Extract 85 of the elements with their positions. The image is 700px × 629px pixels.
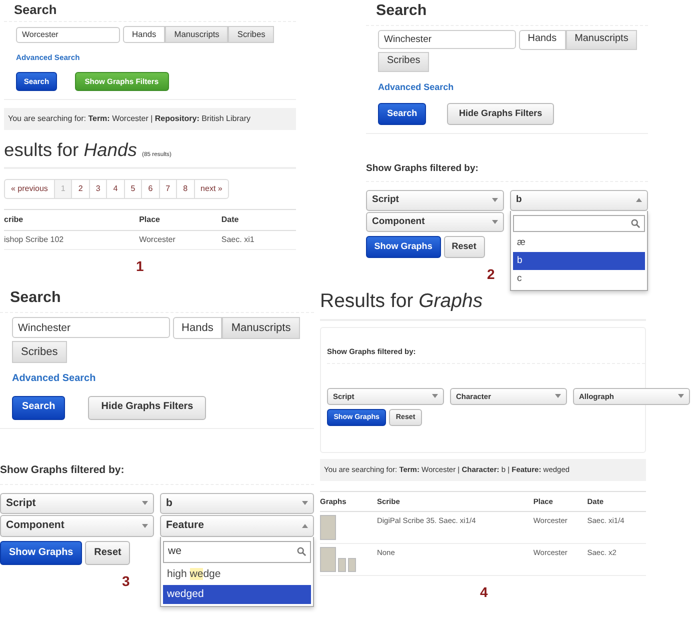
type-tab[interactable]: Scribes [228, 26, 274, 43]
caret-icon [142, 501, 148, 506]
caret-icon [432, 394, 438, 398]
graphs-filters-button[interactable]: Hide Graphs Filters [447, 103, 554, 126]
page-link[interactable]: 2 [72, 180, 90, 198]
select-label: Script [372, 193, 399, 208]
photo-placeholder[interactable] [348, 558, 356, 572]
page-link[interactable]: 6 [142, 180, 160, 198]
filters-title: Show Graphs filtered by: [0, 462, 314, 485]
caret-icon [142, 524, 148, 528]
figure-number: 4 [480, 582, 488, 602]
caret-icon [492, 220, 498, 224]
show-graphs-button[interactable]: Show Graphs [366, 236, 441, 258]
search-field[interactable]: Worcester [16, 26, 120, 43]
select-label: Component [6, 518, 64, 534]
page-link[interactable]: next » [194, 180, 228, 198]
select-label: b [166, 496, 172, 511]
figure-number: 2 [487, 264, 495, 284]
type-tab[interactable]: Manuscripts [222, 316, 300, 339]
caret-icon [636, 198, 642, 202]
dropdown-search-field[interactable] [513, 214, 645, 232]
caret-icon [678, 394, 684, 398]
page-link[interactable]: 8 [177, 180, 195, 198]
page-link[interactable]: 5 [124, 180, 142, 198]
select-label: Component [372, 214, 425, 229]
column-header: cribe [4, 209, 140, 230]
results-title: esults for Hands [4, 139, 137, 160]
figure-number: 3 [122, 572, 130, 591]
table-cell: Worcester [139, 230, 222, 250]
type-tab[interactable]: Scribes [378, 52, 430, 72]
dropdown-option[interactable]: wedged [163, 584, 311, 604]
search-icon [297, 547, 306, 556]
type-tab[interactable]: Manuscripts [566, 30, 638, 50]
dropdown-search-field[interactable]: we [163, 541, 311, 563]
type-tab[interactable]: Hands [123, 26, 166, 43]
photo-placeholder[interactable] [320, 514, 336, 540]
dropdown-option[interactable]: æ [513, 234, 645, 252]
filters-title: Show Graphs filtered by: [366, 162, 648, 182]
show-graphs-button[interactable]: Show Graphs [0, 541, 82, 565]
graphs-filters-button[interactable]: Hide Graphs Filters [88, 396, 206, 420]
dropdown-option[interactable]: b [513, 252, 645, 270]
select-label: b [516, 193, 522, 208]
type-tab[interactable]: Hands [518, 30, 566, 50]
select-label: Script [6, 496, 36, 511]
search-heading: Search [366, 0, 648, 26]
page-link[interactable]: 3 [90, 180, 108, 198]
filter-select[interactable]: Script [366, 190, 504, 211]
results-title: Results for Graphs [320, 290, 483, 312]
search-heading: Search [0, 287, 314, 313]
figure-number: 1 [136, 256, 144, 276]
photo-placeholder[interactable] [338, 558, 346, 572]
photo-placeholder[interactable] [320, 546, 336, 572]
advanced-search-link[interactable]: Advanced Search [0, 372, 314, 387]
column-header: Date [221, 209, 296, 230]
search-button[interactable]: Search [378, 103, 426, 126]
type-tab[interactable]: Scribes [12, 340, 67, 363]
reset-button[interactable]: Reset [444, 236, 485, 258]
caret-icon [555, 394, 561, 398]
caret-icon [302, 524, 308, 528]
table-cell: ishop Scribe 102 [4, 230, 140, 250]
filter-select[interactable]: b [160, 492, 314, 514]
select-label: Feature [166, 518, 204, 534]
filter-select[interactable]: Script [0, 492, 154, 514]
filter-select[interactable]: Component [0, 515, 154, 538]
caret-icon [492, 198, 498, 202]
search-icon [631, 218, 640, 228]
search-field[interactable]: Winchester [12, 317, 170, 338]
page-link[interactable]: 7 [160, 180, 178, 198]
dropdown-option[interactable]: c [513, 270, 645, 288]
filter-select[interactable]: Component [366, 212, 504, 232]
search-summary: You are searching for: Term: Worcester | Repository: British Library [4, 108, 296, 130]
filter-select[interactable]: b [510, 190, 648, 211]
search-button[interactable]: Search [12, 396, 66, 420]
filter-select[interactable]: Feature [160, 515, 314, 538]
page-link[interactable]: 4 [107, 180, 125, 198]
advanced-search-link[interactable]: Advanced Search [366, 80, 648, 94]
search-heading: Search [4, 0, 296, 22]
dropdown-option[interactable]: high wedge [163, 564, 311, 585]
caret-icon [302, 501, 308, 506]
type-tab[interactable]: Manuscripts [165, 26, 228, 43]
column-header: Place [139, 209, 222, 230]
search-field[interactable]: Winchester [378, 30, 516, 50]
type-tab[interactable]: Hands [172, 316, 222, 339]
table-cell: Saec. xi1 [221, 230, 296, 250]
reset-button[interactable]: Reset [85, 541, 130, 565]
